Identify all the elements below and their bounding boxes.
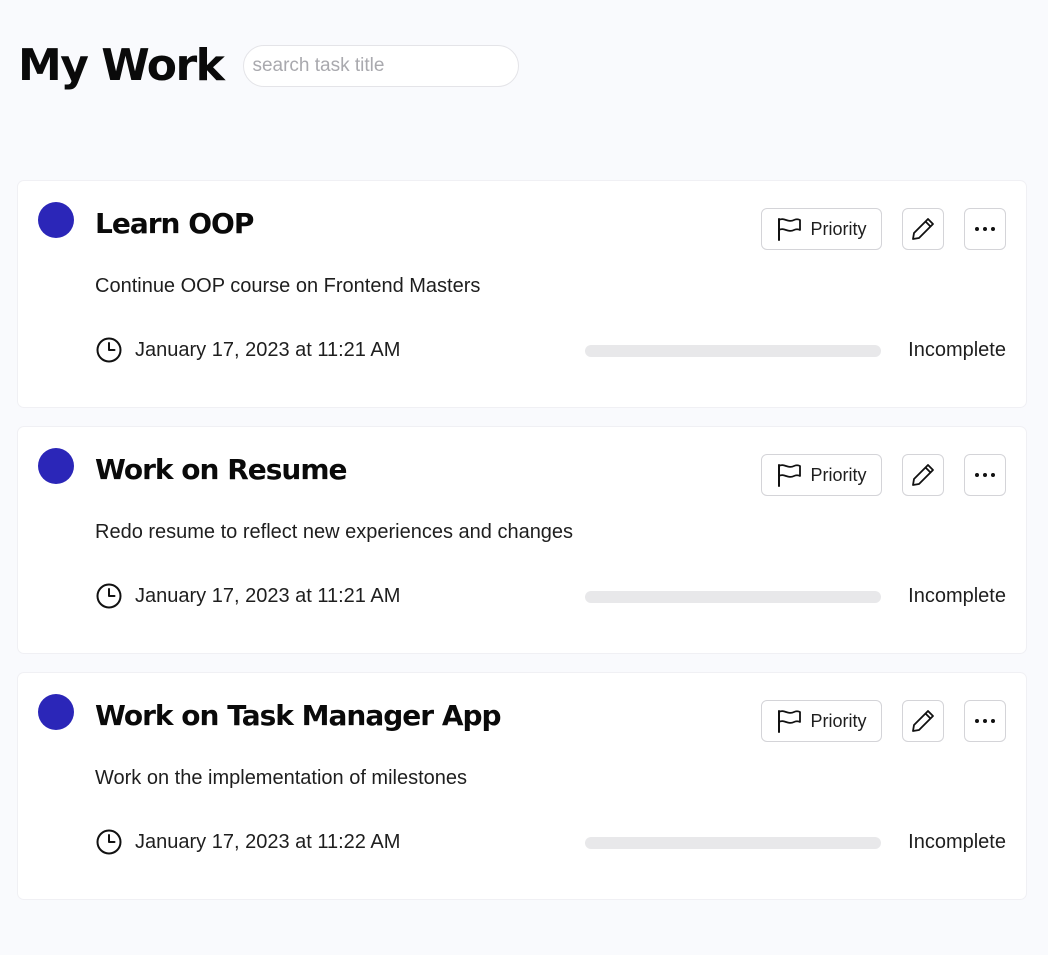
task-meta: January 17, 2023 at 11:22 AM <box>95 828 400 856</box>
task-description: Redo resume to reflect new experiences a… <box>95 521 574 543</box>
clock-icon <box>96 829 122 855</box>
task-actions: Priority <box>761 454 1006 496</box>
pencil-icon <box>912 218 934 240</box>
clock-icon <box>96 583 122 609</box>
status-dot-icon[interactable] <box>38 202 74 238</box>
task-description: Continue OOP course on Frontend Masters <box>95 275 481 297</box>
status-dot-icon[interactable] <box>38 694 74 730</box>
progress-bar <box>585 345 881 357</box>
more-horizontal-icon <box>975 227 995 231</box>
pencil-icon <box>912 464 934 486</box>
priority-button[interactable]: Priority <box>761 700 882 742</box>
task-title: Work on Resume <box>95 453 348 486</box>
progress-bar <box>585 591 881 603</box>
status-dot-icon[interactable] <box>38 448 74 484</box>
more-horizontal-icon <box>975 473 995 477</box>
priority-button[interactable]: Priority <box>761 208 882 250</box>
task-card: Work on Task Manager App Priority Work o… <box>18 673 1026 899</box>
more-options-button[interactable] <box>964 454 1006 496</box>
task-list: Learn OOP Priority Continue OOP course o… <box>18 181 1026 919</box>
priority-label: Priority <box>810 218 867 239</box>
task-date: January 17, 2023 at 11:21 AM <box>135 338 401 361</box>
edit-button[interactable] <box>902 700 944 742</box>
flag-icon <box>778 218 802 241</box>
flag-icon <box>778 710 802 733</box>
edit-button[interactable] <box>902 208 944 250</box>
task-date: January 17, 2023 at 11:21 AM <box>135 584 401 607</box>
task-status: Incomplete <box>908 585 1006 607</box>
pencil-icon <box>912 710 934 732</box>
task-meta: January 17, 2023 at 11:21 AM <box>95 582 400 610</box>
task-status: Incomplete <box>908 339 1006 361</box>
task-description: Work on the implementation of milestones <box>95 767 468 789</box>
page-title: My Work <box>18 40 225 91</box>
more-options-button[interactable] <box>964 208 1006 250</box>
priority-label: Priority <box>810 464 867 485</box>
task-actions: Priority <box>761 208 1006 250</box>
task-card: Learn OOP Priority Continue OOP course o… <box>18 181 1026 407</box>
page-header: My Work <box>18 40 520 91</box>
search-input[interactable] <box>243 44 520 87</box>
priority-button[interactable]: Priority <box>761 454 882 496</box>
more-horizontal-icon <box>975 719 995 723</box>
priority-label: Priority <box>810 710 867 731</box>
more-options-button[interactable] <box>964 700 1006 742</box>
task-actions: Priority <box>761 700 1006 742</box>
flag-icon <box>778 464 802 487</box>
progress-bar <box>585 837 881 849</box>
task-title: Learn OOP <box>95 207 254 240</box>
edit-button[interactable] <box>902 454 944 496</box>
task-meta: January 17, 2023 at 11:21 AM <box>95 336 400 364</box>
task-card: Work on Resume Priority Redo resume to r… <box>18 427 1026 653</box>
clock-icon <box>96 337 122 363</box>
task-status: Incomplete <box>908 831 1006 853</box>
task-title: Work on Task Manager App <box>95 699 502 732</box>
task-date: January 17, 2023 at 11:22 AM <box>135 830 401 853</box>
